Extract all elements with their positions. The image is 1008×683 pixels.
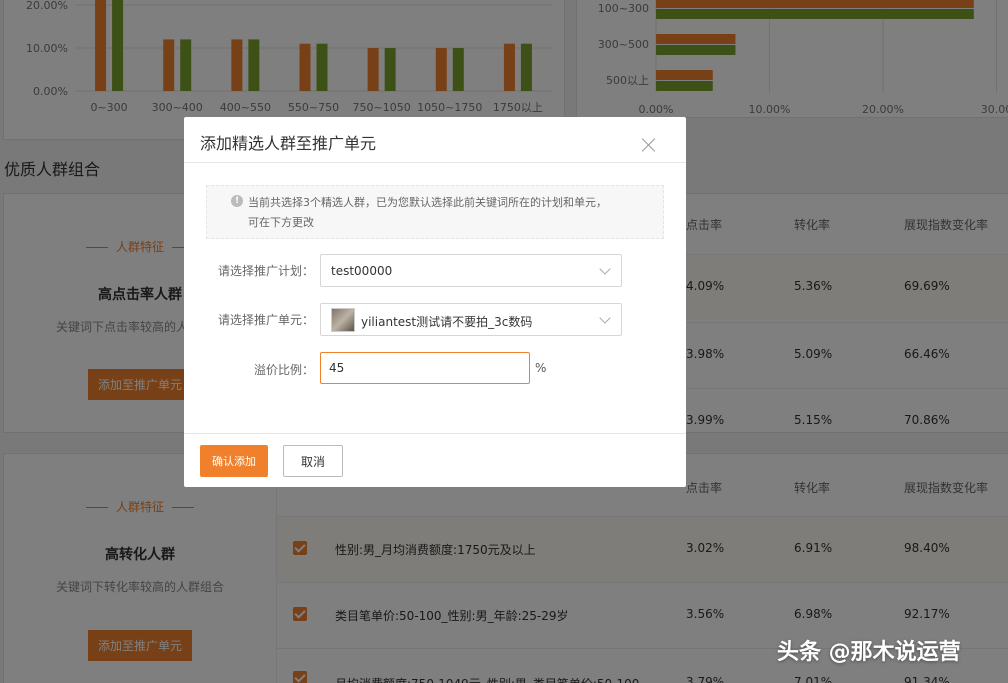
close-icon[interactable] xyxy=(642,138,656,152)
notice-box: ! 当前共选择3个精选人群，已为您默认选择此前关键词所在的计划和单元， 可在下方… xyxy=(206,185,664,239)
unit-select-value: yiliantest测试请不要拍_3c数码 xyxy=(361,315,533,329)
add-crowd-modal: 添加精选人群至推广单元 ! 当前共选择3个精选人群，已为您默认选择此前关键词所在… xyxy=(184,117,686,487)
confirm-add-button[interactable]: 确认添加 xyxy=(200,445,268,477)
unit-select[interactable]: yiliantest测试请不要拍_3c数码 xyxy=(320,303,622,336)
info-icon: ! xyxy=(231,195,243,207)
percent-unit: % xyxy=(535,361,547,375)
notice-line: 当前共选择3个精选人群，已为您默认选择此前关键词所在的计划和单元， xyxy=(248,196,607,209)
cancel-button[interactable]: 取消 xyxy=(283,445,343,477)
modal-footer: 确认添加 取消 xyxy=(184,433,686,487)
plan-select[interactable]: test00000 xyxy=(320,254,622,287)
chevron-down-icon xyxy=(599,312,611,324)
plan-label: 请选择推广计划： xyxy=(217,264,314,278)
premium-ratio-input[interactable] xyxy=(320,352,530,384)
notice-text: 当前共选择3个精选人群，已为您默认选择此前关键词所在的计划和单元， 可在下方更改 xyxy=(248,193,648,233)
watermark: 头条 @那木说运营 xyxy=(777,640,961,665)
notice-line: 可在下方更改 xyxy=(248,216,314,229)
unit-thumbnail xyxy=(331,308,355,332)
unit-label: 请选择推广单元： xyxy=(217,313,314,327)
chevron-down-icon xyxy=(599,263,611,275)
modal-title: 添加精选人群至推广单元 xyxy=(200,134,377,153)
ratio-label: 溢价比例： xyxy=(253,363,314,377)
plan-select-value: test00000 xyxy=(331,264,393,278)
modal-header: 添加精选人群至推广单元 xyxy=(184,117,686,163)
